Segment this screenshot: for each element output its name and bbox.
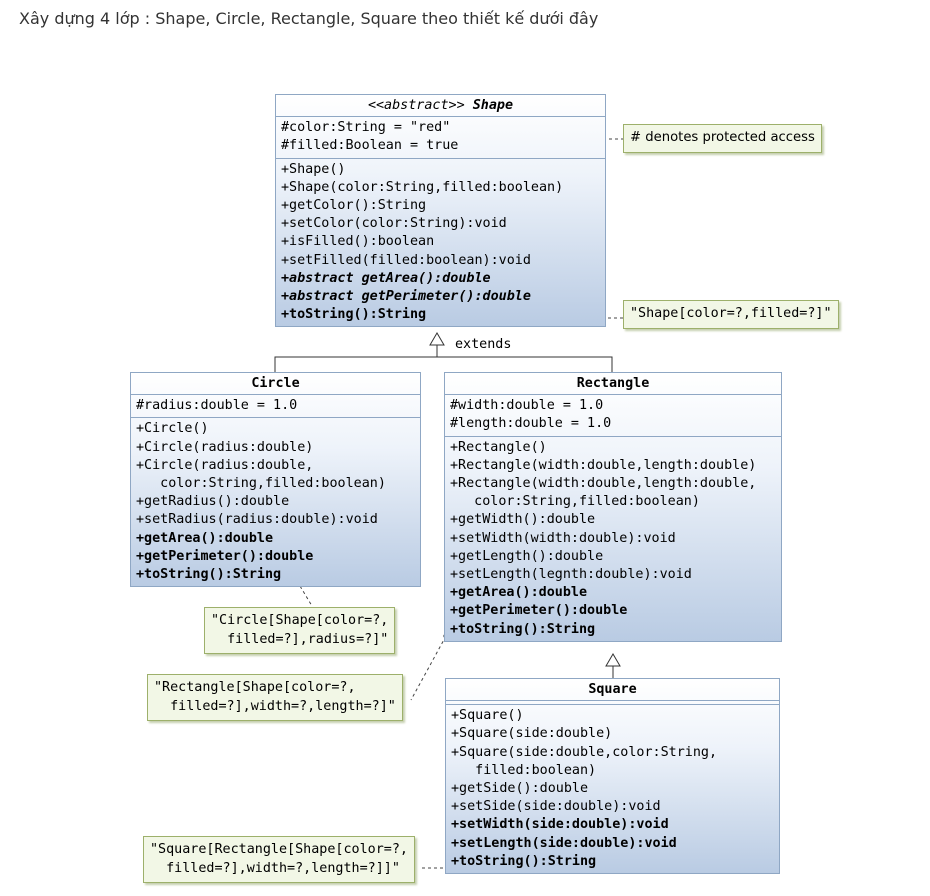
method-line: +setFilled(filled:boolean):void (281, 252, 531, 268)
method-line: color:String,filled:boolean) (450, 494, 700, 510)
circle-attributes: #radius:double = 1.0 (131, 395, 420, 419)
shape-class-name: <<abstract>> Shape (276, 95, 605, 118)
method-line: +getSide():double (451, 781, 589, 797)
method-line: +setWidth(width:double):void (450, 530, 676, 546)
method-line: +setSide(side:double):void (451, 799, 661, 815)
method-line: +toString():String (451, 853, 597, 869)
method-line: +getColor():String (281, 198, 427, 214)
shape-inheritance-arrowhead (429, 332, 445, 346)
square-class-name: Square (446, 679, 779, 702)
method-line: +Square(side:double,color:String, (451, 744, 718, 760)
rectangle-methods: +Rectangle() +Rectangle(width:double,leng… (445, 437, 781, 641)
rectangle-attributes: #width:double = 1.0 #length:double = 1.0 (445, 395, 781, 437)
attribute-line: #width:double = 1.0 (450, 398, 604, 414)
extends-label: extends (455, 337, 512, 352)
attribute-line: #length:double = 1.0 (450, 416, 612, 432)
method-line: +Square(side:double) (451, 726, 613, 742)
rectangle-class-box: Rectangle #width:double = 1.0 #length:dou… (444, 372, 782, 642)
circle-methods: +Circle() +Circle(radius:double) +Circle(r… (131, 418, 420, 586)
attribute-line: #radius:double = 1.0 (136, 398, 298, 414)
method-line: +Circle(radius:double) (136, 439, 314, 455)
shape-name: Shape (472, 98, 514, 113)
rectangle-tostring-note: "Rectangle[Shape[color=?, filled=?],widt… (147, 674, 403, 721)
method-line: +isFilled():boolean (281, 234, 435, 250)
method-line: +getPerimeter():double (136, 548, 314, 564)
circle-class-name: Circle (131, 373, 420, 396)
method-line: +Rectangle() (450, 439, 547, 455)
method-line: +getArea():double (136, 530, 274, 546)
shape-methods: +Shape() +Shape(color:String,filled:boole… (276, 159, 605, 327)
shape-stereotype: <<abstract>> (367, 98, 465, 113)
method-line: +abstract getArea():double (281, 270, 491, 286)
method-line: +Rectangle(width:double,length:double) (450, 457, 757, 473)
method-line: +getArea():double (450, 585, 588, 601)
method-line: +setColor(color:String):void (281, 216, 507, 232)
method-line: +getPerimeter():double (450, 603, 628, 619)
attribute-line: #color:String = "red" (281, 120, 451, 136)
method-line: +setLength(legnth:double):void (450, 567, 692, 583)
method-line: +Rectangle(width:double,length:double, (450, 476, 757, 492)
method-line: +setWidth(side:double):void (451, 817, 669, 833)
protected-access-note: # denotes protected access (623, 124, 822, 153)
method-line: +getLength():double (450, 548, 604, 564)
rectangle-tostring-connector (410, 635, 447, 701)
method-line: +toString():String (281, 307, 427, 323)
circle-tostring-note: "Circle[Shape[color=?, filled=?],radius=… (204, 607, 396, 654)
circle-class-box: Circle #radius:double = 1.0 +Circle() +Ci… (130, 372, 421, 588)
rectangle-inheritance-arrowhead (605, 653, 621, 667)
method-line: +Circle() (136, 421, 209, 437)
method-line: +Shape(color:String,filled:boolean) (281, 179, 564, 195)
method-line: +Shape() (281, 161, 346, 177)
square-class-box: Square +Square() +Square(side:double) +Squ… (445, 678, 780, 875)
method-line: +Circle(radius:double, (136, 457, 314, 473)
method-line: +setLength(side:double):void (451, 835, 677, 851)
method-line: +toString():String (136, 567, 282, 583)
square-methods: +Square() +Square(side:double) +Square(sid… (446, 705, 779, 873)
method-line: +Square() (451, 708, 524, 724)
method-line: +toString():String (450, 621, 596, 637)
square-tostring-note: "Square[Rectangle[Shape[color=?, filled=… (143, 836, 415, 883)
method-line: +setRadius(radius:double):void (136, 512, 378, 528)
circle-inheritance-line (274, 356, 613, 372)
shape-class-box: <<abstract>> Shape #color:String = "red"… (275, 94, 606, 328)
attribute-line: #filled:Boolean = true (281, 138, 459, 154)
method-line: color:String,filled:boolean) (136, 476, 386, 492)
method-line: +getRadius():double (136, 494, 290, 510)
shape-attributes: #color:String = "red" #filled:Boolean = t… (276, 117, 605, 159)
method-line: filled:boolean) (451, 762, 597, 778)
method-line: +getWidth():double (450, 512, 596, 528)
rectangle-class-name: Rectangle (445, 373, 781, 396)
method-line: +abstract getPerimeter():double (281, 289, 531, 305)
shape-tostring-note: "Shape[color=?,filled=?]" (623, 300, 839, 329)
